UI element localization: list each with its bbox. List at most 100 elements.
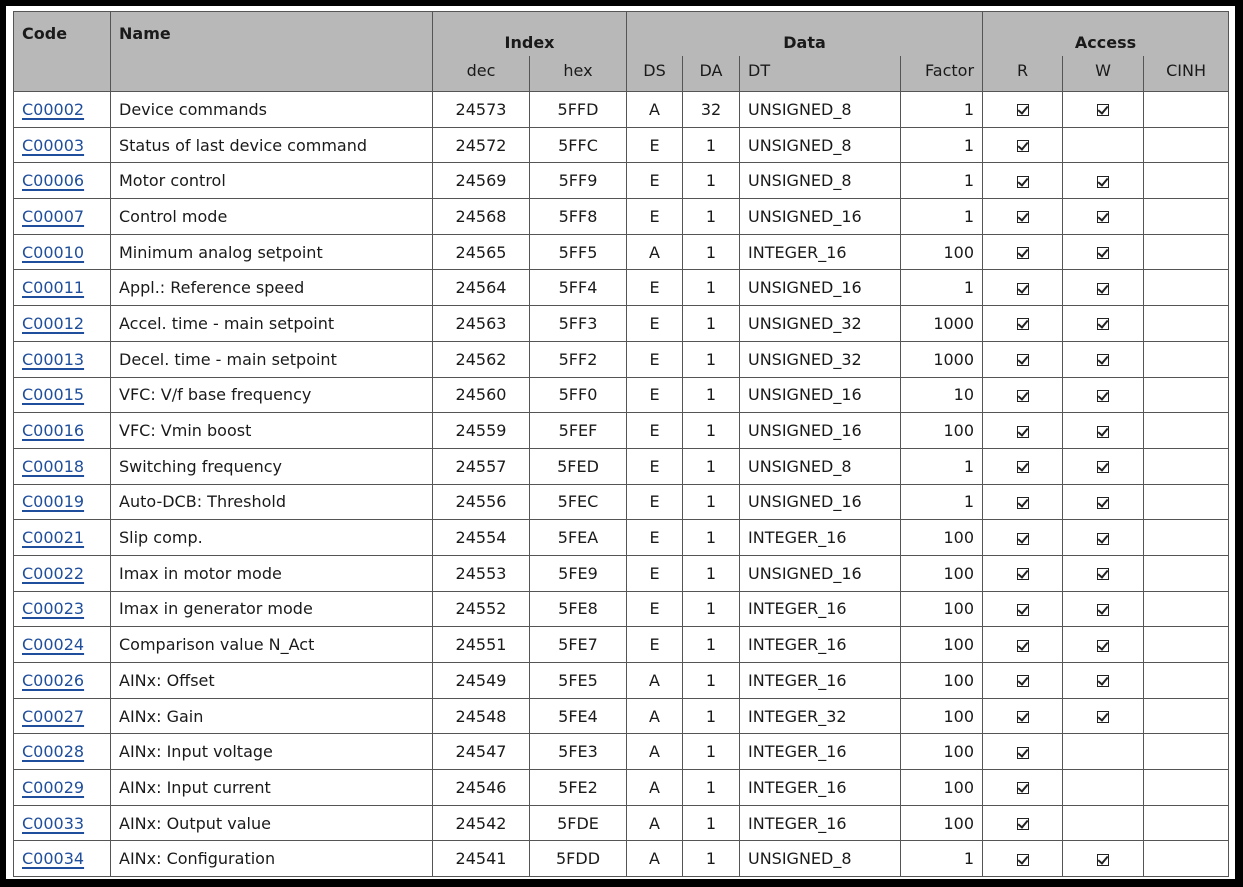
- checkbox-checked-icon: [1016, 354, 1029, 367]
- cell-dec: 24557: [432, 447, 530, 485]
- cell-ds: A: [626, 804, 683, 842]
- cell-dec: 24563: [432, 305, 530, 342]
- cell-ds: E: [626, 519, 683, 556]
- cell-code: C00019: [13, 483, 111, 521]
- cell-dt: UNSIGNED_16: [739, 198, 901, 235]
- cell-da: 1: [682, 305, 740, 342]
- cell-dec: 24548: [432, 697, 530, 735]
- cell-w: [1062, 233, 1145, 271]
- cell-w: [1062, 340, 1145, 378]
- cell-name: AINx: Input current: [110, 769, 433, 806]
- checkbox-checked-icon: [1016, 818, 1029, 831]
- code-link[interactable]: C00034: [22, 849, 84, 868]
- cell-ds: A: [626, 662, 683, 699]
- code-link[interactable]: C00021: [22, 528, 84, 547]
- code-link[interactable]: C00016: [22, 421, 84, 440]
- cell-w: [1062, 198, 1145, 235]
- checkbox-checked-icon: [1097, 639, 1110, 652]
- code-link[interactable]: C00024: [22, 635, 84, 654]
- header-dt: DT: [739, 56, 901, 92]
- checkbox-checked-icon: [1016, 853, 1029, 866]
- cell-ds: A: [626, 769, 683, 806]
- code-link[interactable]: C00012: [22, 314, 84, 333]
- cell-name: AINx: Input voltage: [110, 733, 433, 771]
- cell-ds: E: [626, 126, 683, 164]
- cell-code: C00013: [13, 340, 111, 378]
- cell-ds: E: [626, 376, 683, 414]
- cell-ds: E: [626, 483, 683, 521]
- code-link[interactable]: C00018: [22, 457, 84, 476]
- code-link[interactable]: C00003: [22, 136, 84, 155]
- table-row: C00029 AINx: Input current 24546 5FE2 A …: [13, 769, 1230, 806]
- cell-da: 1: [682, 483, 740, 521]
- cell-r: [982, 626, 1064, 663]
- cell-cinh: [1143, 626, 1230, 663]
- cell-hex: 5FEA: [529, 519, 627, 556]
- code-link[interactable]: C00011: [22, 278, 84, 297]
- cell-da: 1: [682, 233, 740, 271]
- cell-ds: E: [626, 554, 683, 592]
- code-link[interactable]: C00013: [22, 350, 84, 369]
- cell-hex: 5FDD: [529, 840, 627, 878]
- cell-name: Comparison value N_Act: [110, 626, 433, 663]
- cell-hex: 5FF9: [529, 162, 627, 200]
- cell-dec: 24569: [432, 162, 530, 200]
- cell-code: C00003: [13, 126, 111, 164]
- cell-dt: UNSIGNED_16: [739, 554, 901, 592]
- cell-dec: 24562: [432, 340, 530, 378]
- cell-w: [1062, 376, 1145, 414]
- cell-da: 32: [682, 91, 740, 128]
- code-link[interactable]: C00006: [22, 171, 84, 190]
- cell-cinh: [1143, 662, 1230, 699]
- cell-factor: 100: [899, 554, 984, 592]
- code-link[interactable]: C00027: [22, 707, 84, 726]
- checkbox-checked-icon: [1097, 175, 1110, 188]
- code-link[interactable]: C00029: [22, 778, 84, 797]
- cell-ds: A: [626, 233, 683, 271]
- cell-r: [982, 840, 1064, 878]
- code-link[interactable]: C00022: [22, 564, 84, 583]
- cell-dec: 24573: [432, 91, 530, 128]
- table-row: C00016 VFC: Vmin boost 24559 5FEF E 1 UN…: [13, 412, 1230, 449]
- code-link[interactable]: C00026: [22, 671, 84, 690]
- table-row: C00027 AINx: Gain 24548 5FE4 A 1 INTEGER…: [13, 697, 1230, 735]
- cell-dt: UNSIGNED_8: [739, 126, 901, 164]
- cell-da: 1: [682, 162, 740, 200]
- code-link[interactable]: C00010: [22, 243, 84, 262]
- checkbox-checked-icon: [1097, 496, 1110, 509]
- code-link[interactable]: C00019: [22, 492, 84, 511]
- cell-dt: INTEGER_16: [739, 519, 901, 556]
- cell-name: Accel. time - main setpoint: [110, 305, 433, 342]
- cell-hex: 5FE3: [529, 733, 627, 771]
- cell-dt: UNSIGNED_32: [739, 340, 901, 378]
- code-link[interactable]: C00002: [22, 100, 84, 119]
- code-link[interactable]: C00007: [22, 207, 84, 226]
- cell-r: [982, 769, 1064, 806]
- code-link[interactable]: C00028: [22, 742, 84, 761]
- cell-dec: 24556: [432, 483, 530, 521]
- checkbox-checked-icon: [1016, 675, 1029, 688]
- cell-dt: INTEGER_16: [739, 233, 901, 271]
- header-ds: DS: [626, 56, 683, 92]
- parameter-table: Code Name Index Data Access dec hex DS D…: [13, 11, 1230, 878]
- cell-factor: 100: [899, 590, 984, 628]
- cell-ds: E: [626, 269, 683, 307]
- cell-da: 1: [682, 840, 740, 878]
- code-link[interactable]: C00023: [22, 599, 84, 618]
- cell-code: C00023: [13, 590, 111, 628]
- document-page: Code Name Index Data Access dec hex DS D…: [6, 6, 1235, 879]
- checkbox-checked-icon: [1097, 853, 1110, 866]
- code-link[interactable]: C00033: [22, 814, 84, 833]
- cell-w: [1062, 590, 1145, 628]
- cell-code: C00007: [13, 198, 111, 235]
- code-link[interactable]: C00015: [22, 385, 84, 404]
- cell-factor: 100: [899, 662, 984, 699]
- cell-r: [982, 162, 1064, 200]
- cell-r: [982, 412, 1064, 449]
- checkbox-checked-icon: [1016, 425, 1029, 438]
- cell-dec: 24553: [432, 554, 530, 592]
- checkbox-checked-icon: [1016, 318, 1029, 331]
- table-row: C00034 AINx: Configuration 24541 5FDD A …: [13, 840, 1230, 878]
- checkbox-checked-icon: [1097, 675, 1110, 688]
- cell-ds: E: [626, 412, 683, 449]
